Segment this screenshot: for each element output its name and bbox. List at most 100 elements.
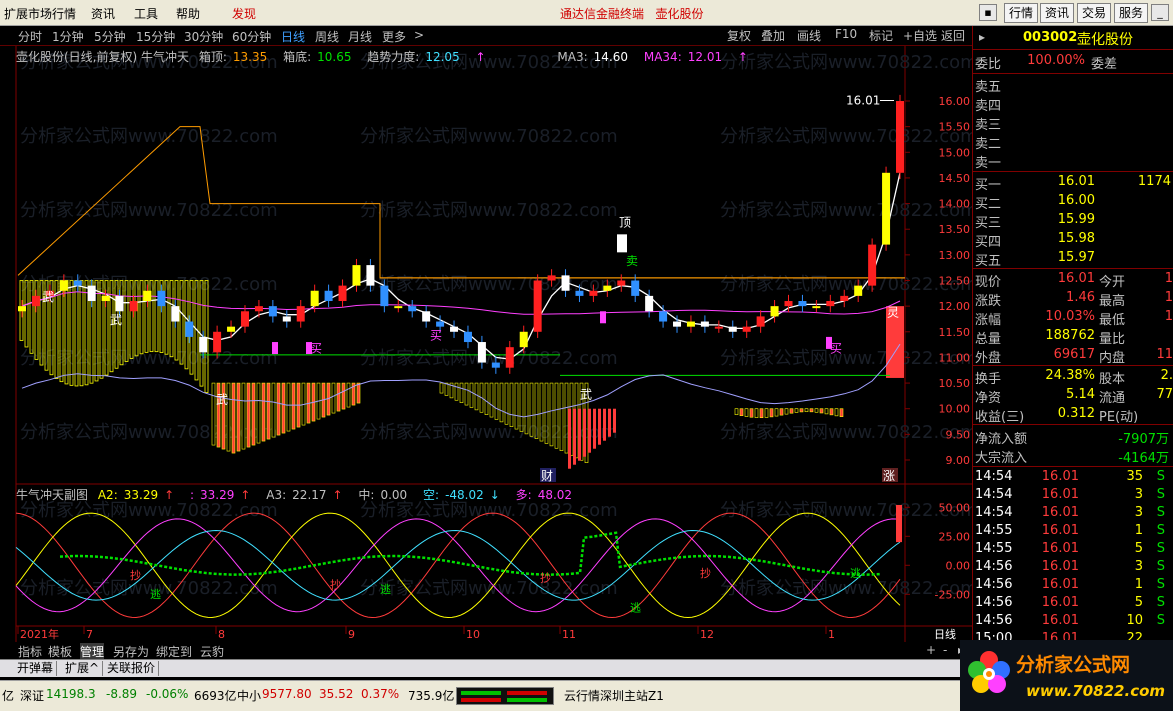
btn-draw[interactable]: 画线 <box>794 27 824 44</box>
tab-related-quote[interactable]: 关联报价 <box>104 661 160 676</box>
tab-period-60min[interactable]: 60分钟 <box>232 28 271 45</box>
candle-body <box>505 347 514 368</box>
btn-quotes[interactable]: 行情 <box>1004 3 1038 23</box>
volume-bar <box>613 408 616 433</box>
shenzhen-index-amount: 6693亿 <box>194 689 237 703</box>
volume-bar <box>454 382 459 401</box>
candle-body <box>477 342 486 363</box>
watermark-text: 分析家公式网www.70822.com <box>720 274 972 295</box>
candle-body <box>770 306 779 317</box>
btn-add-watchlist[interactable]: +自选 <box>900 27 940 44</box>
kline-chart[interactable]: 分析家公式网www.70822.com 分析家公式网www.70822.com 分析… <box>0 46 972 642</box>
candle-body <box>868 244 877 286</box>
tick-row: 14:56 16.01 3 S <box>975 559 1165 574</box>
volume-bar <box>266 382 271 440</box>
x-tick-label: 9 <box>348 628 355 641</box>
x-tick-label: 10 <box>466 628 480 641</box>
tab-period-more[interactable]: 更多 <box>382 28 406 45</box>
candle-body <box>254 306 263 312</box>
btn-trade[interactable]: 交易 <box>1077 3 1111 23</box>
pin-icon[interactable]: ▪ <box>979 4 997 21</box>
menu-item-tools[interactable]: 工具 <box>134 5 158 22</box>
bid-row: 买一 16.01 1174 <box>975 174 1171 193</box>
tab-indicator[interactable]: 指标 <box>18 643 42 660</box>
volume-bar <box>794 408 799 413</box>
y-tick-label: 11.00 <box>939 351 971 364</box>
collapse-icon[interactable]: ▸ <box>979 30 985 44</box>
btn-f10[interactable]: F10 <box>832 27 860 44</box>
btn-service[interactable]: 服务 <box>1114 3 1148 23</box>
tab-yunbao[interactable]: 云豹 <box>200 643 224 660</box>
tab-period-fenshi[interactable]: 分时 <box>18 28 42 45</box>
sme-index-value: 9577.80 <box>262 687 312 701</box>
volume-bar <box>474 382 479 411</box>
tab-template[interactable]: 模板 <box>48 643 72 660</box>
tab-save-as[interactable]: 另存为 <box>113 643 149 660</box>
tick-row: 14:55 16.01 1 S <box>975 523 1165 538</box>
y-tick-label: 16.00 <box>939 95 971 108</box>
candle-body <box>673 321 682 327</box>
btn-mark[interactable]: 标记 <box>866 27 896 44</box>
ask-row: 卖三 <box>975 118 1002 133</box>
menu-item-extended-market[interactable]: 扩展市场行情 <box>4 5 76 22</box>
chart-header: 壶化股份(日线,前复权) 牛气冲天 箱顶: 13.35 箱底: 10.65 趋势力度… <box>16 48 754 65</box>
zoom-out-icon[interactable]: - <box>943 643 947 657</box>
volume-bar <box>744 408 749 417</box>
tab-period-1min[interactable]: 1分钟 <box>52 28 84 45</box>
watermark-text: 分析家公式网www.70822.com <box>720 126 972 147</box>
up-arrow-icon: ↑ <box>737 50 748 64</box>
volume-bar <box>759 408 764 419</box>
sub-y-tick-label: 25.00 <box>939 530 971 543</box>
volume-bar <box>251 382 256 446</box>
flow-row: 净流入额 -7907万 <box>975 432 1169 447</box>
btn-fuquan[interactable]: 复权 <box>724 27 754 44</box>
menu-item-discover[interactable]: 发现 <box>232 5 256 22</box>
minimize-icon[interactable]: _ <box>1151 4 1169 21</box>
tab-danmu[interactable]: 开弹幕 <box>14 661 58 676</box>
tab-period-weekly[interactable]: 周线 <box>315 28 339 45</box>
tab-period-daily[interactable]: 日线 <box>281 28 305 45</box>
candle-body <box>394 306 403 309</box>
up-arrow-icon: ↑ <box>475 50 486 64</box>
shenzhen-index-label: 深证 <box>20 689 45 703</box>
volume-bar <box>583 408 586 457</box>
tab-period-30min[interactable]: 30分钟 <box>184 28 223 45</box>
more-chevron-icon[interactable]: > <box>414 28 424 42</box>
kong-readout: 空: -48.02 ↓ <box>423 488 500 502</box>
server-name[interactable]: 云行情深圳主站Z1 <box>564 687 664 704</box>
watermark-text: 分析家公式网www.70822.com <box>360 500 618 521</box>
candle-body <box>31 295 40 307</box>
volume-bar <box>779 408 784 416</box>
menu-item-help[interactable]: 帮助 <box>176 5 200 22</box>
zoom-in-icon[interactable]: + <box>926 643 936 657</box>
tab-manage[interactable]: 管理 <box>80 643 105 660</box>
volume-bar <box>824 408 829 415</box>
volume-bar <box>804 408 809 413</box>
tab-bind-to[interactable]: 绑定到 <box>156 643 192 660</box>
y-tick-label: 14.50 <box>939 172 971 185</box>
y-tick-label: 13.50 <box>939 223 971 236</box>
sub-wave-yellow <box>15 512 901 619</box>
volume-bar <box>578 408 581 461</box>
ma34-line <box>21 291 901 315</box>
btn-news[interactable]: 资讯 <box>1040 3 1074 23</box>
volume-bar <box>598 408 601 445</box>
watermark-text: 分析家公式网www.70822.com <box>360 200 618 221</box>
ask-row: 卖二 <box>975 137 1002 152</box>
candle-body <box>422 311 431 322</box>
candle-body <box>352 265 361 286</box>
candle-body <box>227 326 236 332</box>
tab-extend[interactable]: 扩展^ <box>62 661 104 676</box>
volume-bar <box>769 408 774 418</box>
tick-row: 14:54 16.01 3 S <box>975 505 1165 520</box>
shenzhen-index-value: 14198.3 <box>46 687 96 701</box>
menu-item-news[interactable]: 资讯 <box>91 5 115 22</box>
tab-period-5min[interactable]: 5分钟 <box>94 28 126 45</box>
candle-body <box>324 290 333 302</box>
btn-overlay[interactable]: 叠加 <box>758 27 788 44</box>
tab-period-monthly[interactable]: 月线 <box>348 28 372 45</box>
btn-back[interactable]: 返回 <box>938 27 968 44</box>
candle-body <box>589 290 598 296</box>
tab-period-15min[interactable]: 15分钟 <box>136 28 175 45</box>
a2-readout: A2: 33.29 ↑ <box>97 488 175 502</box>
